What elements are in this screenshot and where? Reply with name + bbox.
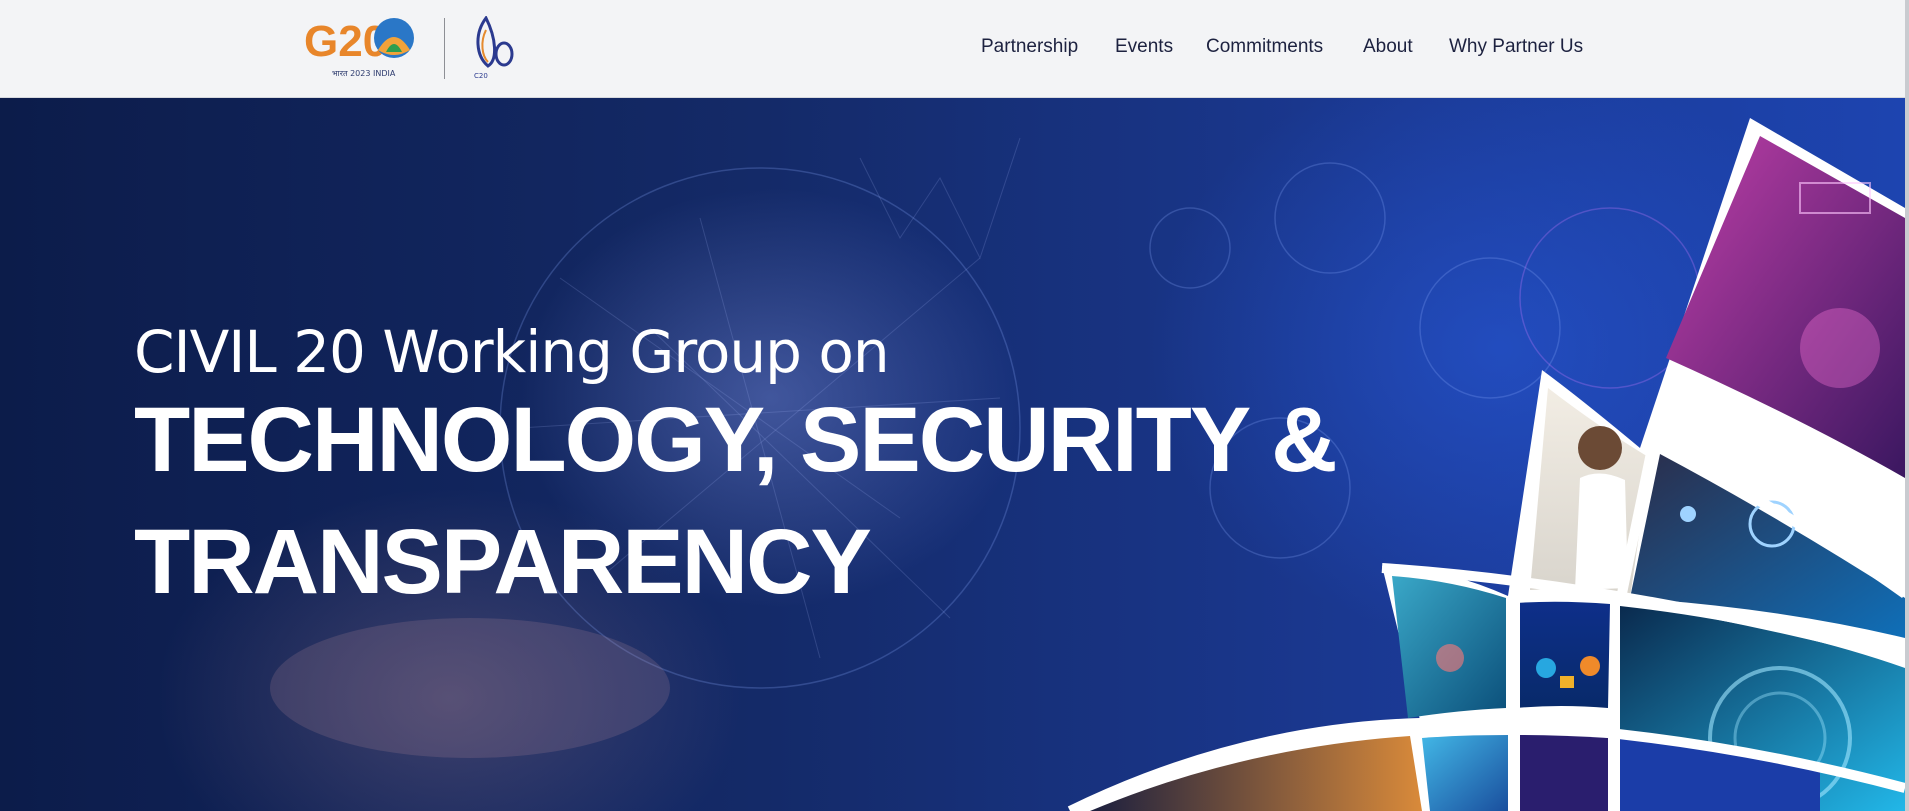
- nav-about[interactable]: About: [1363, 36, 1413, 58]
- hero-subtitle: CIVIL 20 Working Group on: [134, 318, 890, 386]
- nav-events[interactable]: Events: [1115, 36, 1173, 58]
- page-scrollbar[interactable]: [1905, 0, 1909, 811]
- nav-commitments[interactable]: Commitments: [1206, 36, 1323, 58]
- hero-banner: CIVIL 20 Working Group on TECHNOLOGY, SE…: [0, 98, 1905, 811]
- c20-logo-text: C20: [474, 72, 488, 80]
- g20-logo-subtext: भारत 2023 INDIA: [332, 69, 396, 78]
- nav-partnership[interactable]: Partnership: [981, 36, 1078, 58]
- hero-photo-collage: [1067, 118, 1905, 811]
- main-nav: Partnership Events Commitments About Why…: [0, 36, 1909, 62]
- hero-title-line-2: TRANSPARENCY: [134, 511, 872, 613]
- site-header: G20 भारत 2023 INDIA C20 Partnership Even…: [0, 0, 1909, 98]
- nav-why-partner-us[interactable]: Why Partner Us: [1449, 36, 1583, 58]
